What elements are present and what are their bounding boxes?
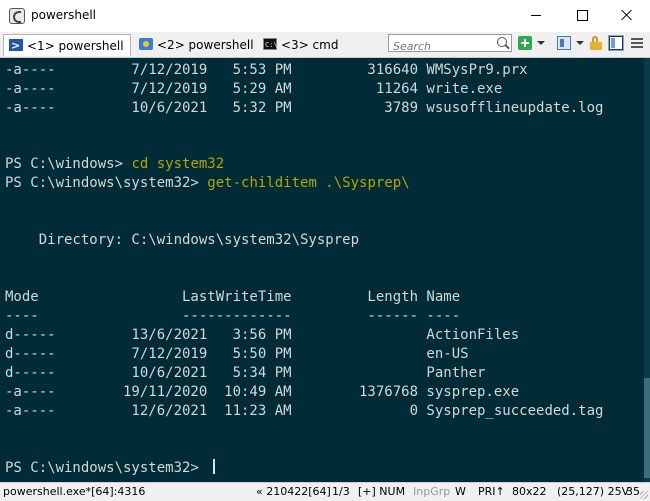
status-console-index[interactable]: 1/3 xyxy=(332,483,350,500)
console-scrollbar[interactable] xyxy=(644,58,650,482)
lock-icon[interactable] xyxy=(589,36,603,50)
maximize-button[interactable] xyxy=(559,0,605,32)
status-process[interactable]: powershell.exe*[64]:4316 xyxy=(3,483,145,500)
console-area[interactable]: -a---- 7/12/2019 5:53 PM 316640 WMSysPr9… xyxy=(0,58,650,482)
menu-icon[interactable] xyxy=(630,36,644,50)
status-insert-num[interactable]: [+] NUM xyxy=(358,483,405,500)
console-line: d----- 10/6/2021 5:34 PM Panther xyxy=(5,365,486,381)
status-priority[interactable]: PRI↑ xyxy=(478,483,505,500)
scrollbar-thumb[interactable] xyxy=(644,378,650,478)
status-inpgrp[interactable]: InpGrp xyxy=(413,483,450,500)
console-line: PS C:\windows> cd system32 xyxy=(5,156,225,172)
powershell-settings-icon xyxy=(139,38,153,50)
console-line: ---- ------------- ------ ---- xyxy=(5,308,461,324)
console-line: -a---- 7/12/2019 5:53 PM 316640 WMSysPr9… xyxy=(5,62,528,78)
conemu-app-icon[interactable] xyxy=(9,8,25,24)
tab-label: <1> powershell xyxy=(27,39,124,53)
console-line: PS C:\windows\system32> get-childitem .\… xyxy=(5,175,410,191)
status-w[interactable]: W xyxy=(455,483,466,500)
panel-toggle-icon[interactable] xyxy=(608,35,624,51)
tab-label: <3> cmd xyxy=(281,38,339,52)
tab-label: <2> powershell xyxy=(157,38,254,52)
status-bar: powershell.exe*[64]:4316 « 210422[64] 1/… xyxy=(0,482,650,501)
powershell-icon xyxy=(9,35,23,57)
console-line: -a---- 10/6/2021 5:32 PM 3789 wsusofflin… xyxy=(5,100,604,116)
console-prompt-line: PS C:\windows\system32> xyxy=(5,459,640,478)
console-line: d----- 13/6/2021 3:56 PM ActionFiles xyxy=(5,327,520,343)
search-box xyxy=(388,34,512,55)
tab-powershell-1[interactable]: <1> powershell xyxy=(3,34,131,57)
maximize-icon xyxy=(577,10,588,21)
search-input[interactable] xyxy=(389,38,493,55)
chevron-down-icon[interactable] xyxy=(576,36,584,50)
resize-grip-icon[interactable] xyxy=(640,491,648,499)
tab-powershell-2[interactable]: <2> powershell xyxy=(134,34,256,56)
tab-bar: <1> powershell <2> powershell <3> cmd xyxy=(0,32,650,58)
chevron-down-icon[interactable] xyxy=(537,36,545,50)
text-cursor xyxy=(213,459,216,474)
tab-cmd-3[interactable]: <3> cmd xyxy=(258,34,344,56)
status-memory[interactable]: 35 xyxy=(626,483,640,500)
new-console-icon[interactable] xyxy=(518,36,532,50)
status-size[interactable]: 80x22 xyxy=(512,483,547,500)
console-line: Directory: C:\windows\system32\Sysprep xyxy=(5,232,360,248)
cmd-icon xyxy=(263,34,278,56)
status-cursor-position[interactable]: (25,127) 25V xyxy=(557,483,629,500)
console-line: Mode LastWriteTime Length Name xyxy=(5,289,461,305)
minimize-button[interactable] xyxy=(513,0,559,32)
console-line: -a---- 7/12/2019 5:29 AM 11264 write.exe xyxy=(5,81,503,97)
close-button[interactable] xyxy=(604,0,650,32)
console-line: -a---- 19/11/2020 10:49 AM 1376768 syspr… xyxy=(5,384,520,400)
search-icon[interactable] xyxy=(497,37,507,47)
title-bar: powershell xyxy=(0,0,650,32)
status-build[interactable]: « 210422[64] xyxy=(256,483,331,500)
console-line: -a---- 12/6/2021 11:23 AM 0 Sysprep_succ… xyxy=(5,403,604,419)
window-title: powershell xyxy=(31,8,96,22)
console-line: d----- 7/12/2019 5:50 PM en-US xyxy=(5,346,469,362)
split-layout-icon[interactable] xyxy=(557,36,571,50)
minimize-icon xyxy=(531,15,541,16)
